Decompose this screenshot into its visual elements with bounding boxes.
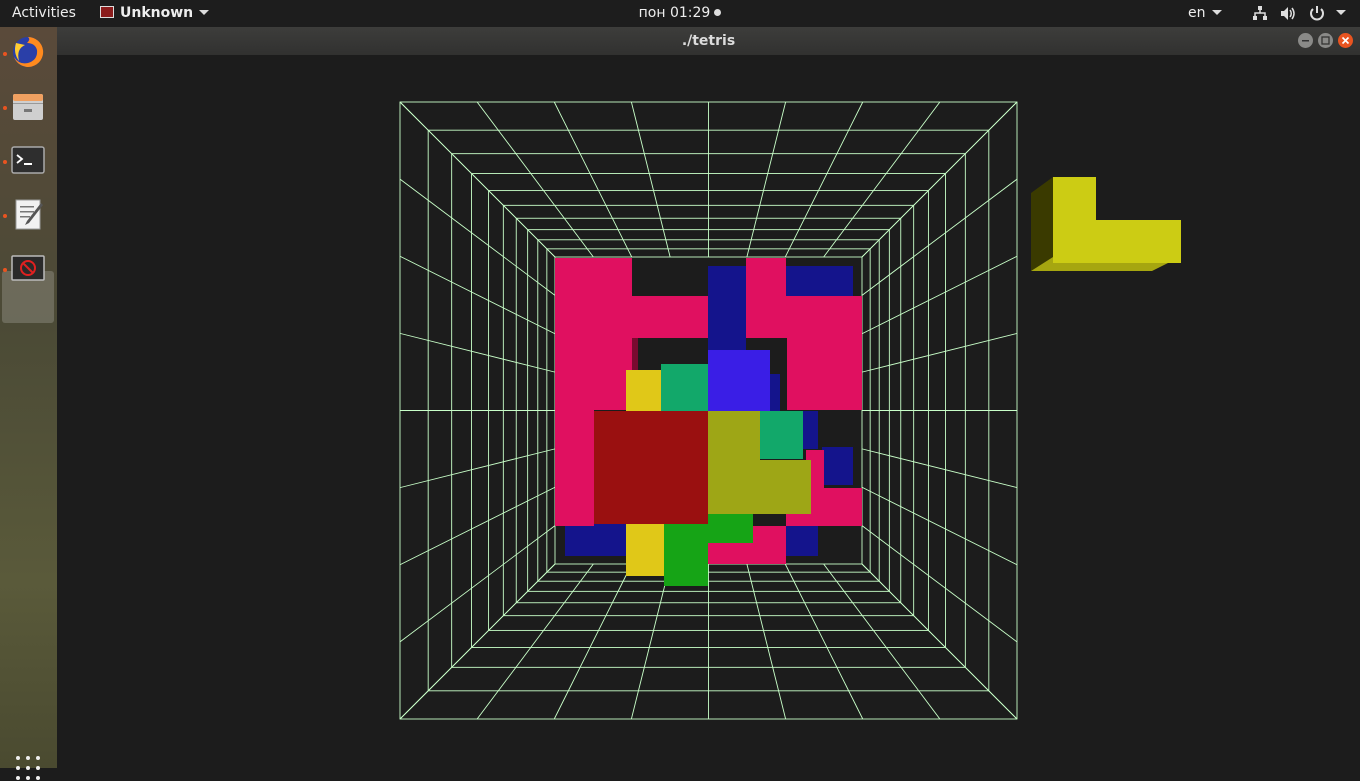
grid-line (399, 178, 556, 296)
maximize-icon (1321, 36, 1330, 45)
firefox-icon (13, 36, 44, 67)
window-titlebar[interactable]: ./tetris (57, 27, 1360, 55)
grid-line (746, 101, 787, 258)
running-indicator (3, 52, 7, 56)
running-indicator (3, 160, 7, 164)
grid-line (399, 486, 556, 566)
stacked-blocks (555, 258, 862, 586)
dock-item-terminal[interactable] (0, 135, 57, 187)
grid-line (553, 101, 633, 258)
dock-item-files[interactable] (0, 81, 57, 133)
notification-dot-icon (714, 9, 722, 16)
clock-button[interactable]: пон 01:29 (639, 5, 722, 21)
app-menu[interactable]: Unknown (100, 0, 210, 27)
activities-button[interactable]: Activities (12, 0, 76, 27)
grid-line (861, 178, 1018, 296)
chevron-down-icon (1211, 10, 1222, 15)
window-title: ./tetris (681, 33, 736, 49)
grid-line (746, 563, 787, 720)
grid-line (861, 525, 1018, 643)
grid-line (553, 563, 633, 720)
chevron-down-icon (199, 10, 210, 15)
tetris-window: ./tetris (57, 27, 1360, 768)
grid-line (823, 101, 941, 258)
grid-line (399, 332, 556, 373)
show-applications-grid-icon[interactable] (15, 755, 41, 781)
chevron-down-icon (1336, 10, 1346, 15)
clock-label: пон 01:29 (638, 5, 711, 21)
grid-line (630, 101, 671, 258)
volume-icon[interactable] (1280, 0, 1296, 27)
dock-item-text-editor[interactable] (0, 189, 57, 241)
grid-line (399, 525, 556, 643)
dock-item-unknown-app[interactable] (0, 243, 57, 295)
language-menu[interactable]: en (1188, 0, 1222, 27)
text-editor-icon (15, 199, 43, 230)
grid-line (399, 563, 556, 720)
grid-line (399, 101, 556, 258)
grid-line (861, 255, 1018, 335)
running-indicator (3, 106, 7, 110)
system-menu[interactable] (1330, 0, 1346, 27)
grid-line (399, 255, 556, 335)
close-button[interactable] (1338, 33, 1353, 48)
running-indicator (3, 268, 7, 272)
close-icon (1341, 36, 1350, 45)
maximize-button[interactable] (1318, 33, 1333, 48)
grid-line (861, 448, 1018, 489)
network-icon[interactable] (1252, 0, 1268, 27)
no-entry-icon (11, 255, 45, 281)
minimize-icon (1302, 40, 1309, 42)
grid-line (823, 563, 941, 720)
dock (0, 27, 57, 780)
grid-line (861, 332, 1018, 373)
grid-line (861, 101, 1018, 258)
dock-item-firefox[interactable] (0, 27, 57, 79)
grid-line (861, 486, 1018, 566)
minimize-button[interactable] (1298, 33, 1313, 48)
grid-line (399, 448, 556, 489)
game-canvas[interactable] (57, 55, 1360, 768)
grid-line (784, 101, 864, 258)
top-bar: Activities Unknown пон 01:29 en (0, 0, 1360, 27)
app-menu-label: Unknown (120, 5, 194, 21)
files-icon (13, 94, 43, 120)
grid-line (861, 563, 1018, 720)
next-piece-preview (1031, 177, 1181, 271)
language-label: en (1188, 5, 1206, 21)
running-indicator (3, 214, 7, 218)
app-menu-icon (100, 6, 114, 18)
grid-line (784, 563, 864, 720)
power-icon[interactable] (1308, 0, 1326, 27)
grid-line (476, 563, 594, 720)
grid-line (630, 563, 671, 720)
terminal-icon (11, 146, 45, 174)
grid-line (476, 101, 594, 258)
